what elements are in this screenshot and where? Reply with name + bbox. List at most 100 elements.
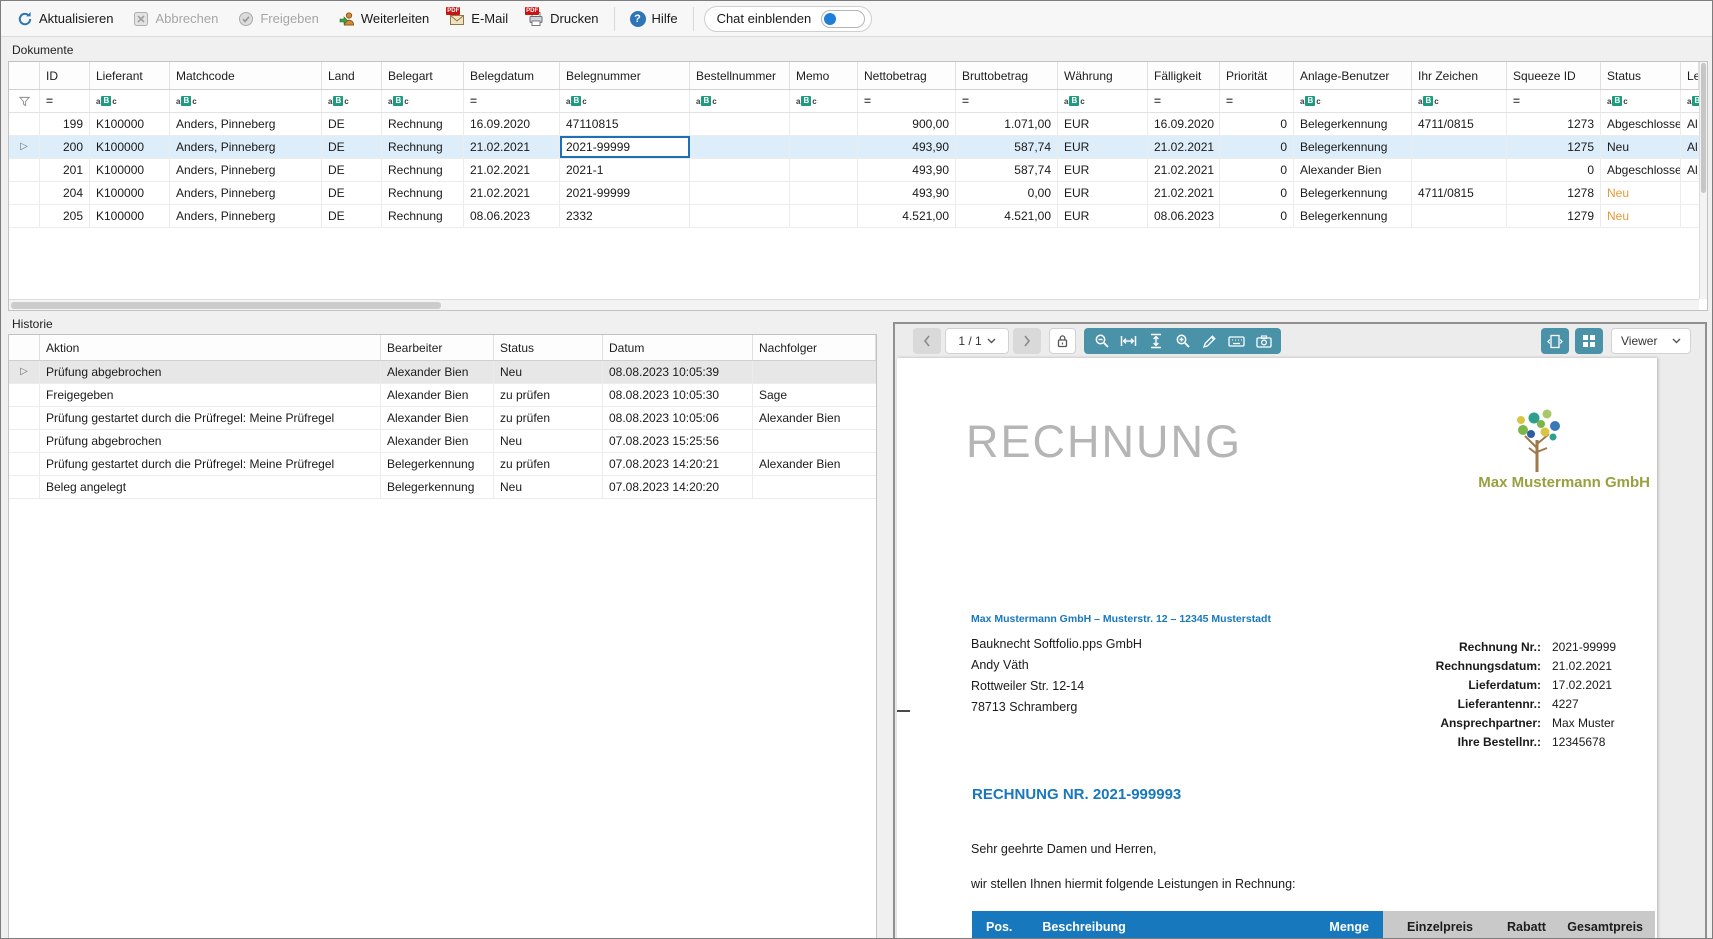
filter-cell-bestellnummer[interactable]: aBc: [690, 90, 790, 112]
cell-ihr-zeichen[interactable]: [1412, 159, 1507, 181]
cell-cutoff[interactable]: [1681, 182, 1699, 204]
cell-cutoff[interactable]: Al: [1681, 159, 1699, 181]
cell-bearbeiter[interactable]: Alexander Bien: [381, 430, 494, 452]
cell-belegnummer-focused[interactable]: 2021-99999: [560, 136, 690, 158]
cell-cutoff[interactable]: Al: [1681, 136, 1699, 158]
column-header-bruttobetrag[interactable]: Bruttobetrag: [956, 62, 1058, 89]
cell-bruttobetrag[interactable]: 587,74: [956, 136, 1058, 158]
cell-matchcode[interactable]: Anders, Pinneberg: [170, 182, 322, 204]
filter-cell-belegdatum[interactable]: =: [464, 90, 560, 112]
cell-bestellnummer[interactable]: [690, 182, 790, 204]
cell-bearbeiter[interactable]: Belegerkennung: [381, 476, 494, 498]
cell-status[interactable]: Abgeschlossen: [1601, 113, 1681, 135]
cell-waehrung[interactable]: EUR: [1058, 205, 1148, 227]
cell-datum[interactable]: 07.08.2023 15:25:56: [603, 430, 753, 452]
cell-cutoff[interactable]: [1681, 205, 1699, 227]
table-row[interactable]: 205 K100000 Anders, Pinneberg DE Rechnun…: [9, 205, 1699, 228]
cell-squeeze-id[interactable]: 1273: [1507, 113, 1601, 135]
cell-belegnummer[interactable]: 2021-99999: [560, 182, 690, 204]
cell-belegart[interactable]: Rechnung: [382, 159, 464, 181]
cell-id[interactable]: 205: [40, 205, 90, 227]
cell-anlage-benutzer[interactable]: Belegerkennung: [1294, 113, 1412, 135]
cell-lieferant[interactable]: K100000: [90, 205, 170, 227]
list-item[interactable]: Prüfung gestartet durch die Prüfregel: M…: [9, 453, 876, 476]
cell-ihr-zeichen[interactable]: 4711/0815: [1412, 182, 1507, 204]
cell-nachfolger[interactable]: [753, 430, 876, 452]
cell-anlage-benutzer[interactable]: Alexander Bien: [1294, 159, 1412, 181]
help-button[interactable]: ? Hilfe: [620, 6, 688, 32]
cell-waehrung[interactable]: EUR: [1058, 136, 1148, 158]
filter-cell-squeeze-id[interactable]: =: [1507, 90, 1601, 112]
cell-faelligkeit[interactable]: 16.09.2020: [1148, 113, 1220, 135]
cell-land[interactable]: DE: [322, 182, 382, 204]
cell-bruttobetrag[interactable]: 587,74: [956, 159, 1058, 181]
cell-status[interactable]: zu prüfen: [494, 407, 603, 429]
cell-aktion[interactable]: Freigegeben: [40, 384, 381, 406]
cell-nachfolger[interactable]: [753, 361, 876, 383]
list-item[interactable]: Beleg angelegt Belegerkennung Neu 07.08.…: [9, 476, 876, 499]
column-header-nettobetrag[interactable]: Nettobetrag: [858, 62, 956, 89]
cell-memo[interactable]: [790, 205, 858, 227]
column-header-prioritaet[interactable]: Priorität: [1220, 62, 1294, 89]
cell-prioritaet[interactable]: 0: [1220, 113, 1294, 135]
cell-memo[interactable]: [790, 182, 858, 204]
cell-datum[interactable]: 07.08.2023 14:20:21: [603, 453, 753, 475]
filter-cell-belegart[interactable]: aBc: [382, 90, 464, 112]
cell-status[interactable]: Neu: [1601, 136, 1681, 158]
list-item[interactable]: Prüfung gestartet durch die Prüfregel: M…: [9, 407, 876, 430]
cell-nettobetrag[interactable]: 900,00: [858, 113, 956, 135]
table-row[interactable]: 199 K100000 Anders, Pinneberg DE Rechnun…: [9, 113, 1699, 136]
cell-nettobetrag[interactable]: 493,90: [858, 159, 956, 181]
filter-cell-prioritaet[interactable]: =: [1220, 90, 1294, 112]
viewer-mode-dropdown[interactable]: Viewer: [1611, 328, 1691, 354]
cell-bearbeiter[interactable]: Alexander Bien: [381, 407, 494, 429]
chat-toggle-switch[interactable]: [821, 10, 865, 28]
column-header-faelligkeit[interactable]: Fälligkeit: [1148, 62, 1220, 89]
filter-cell-id[interactable]: =: [40, 90, 90, 112]
cancel-button[interactable]: Abbrechen: [123, 6, 228, 32]
cell-bearbeiter[interactable]: Belegerkennung: [381, 453, 494, 475]
table-row[interactable]: 201 K100000 Anders, Pinneberg DE Rechnun…: [9, 159, 1699, 182]
documents-vertical-scrollbar[interactable]: [1699, 62, 1707, 299]
column-header-aktion[interactable]: Aktion: [40, 335, 381, 360]
cell-nachfolger[interactable]: Sage: [753, 384, 876, 406]
column-header-memo[interactable]: Memo: [790, 62, 858, 89]
cell-status[interactable]: Neu: [494, 476, 603, 498]
cell-bearbeiter[interactable]: Alexander Bien: [381, 361, 494, 383]
cell-waehrung[interactable]: EUR: [1058, 182, 1148, 204]
column-header-belegdatum[interactable]: Belegdatum: [464, 62, 560, 89]
cell-memo[interactable]: [790, 113, 858, 135]
column-header-anlage-benutzer[interactable]: Anlage-Benutzer: [1294, 62, 1412, 89]
cell-land[interactable]: DE: [322, 205, 382, 227]
cell-belegdatum[interactable]: 21.02.2021: [464, 159, 560, 181]
cell-belegdatum[interactable]: 16.09.2020: [464, 113, 560, 135]
cell-aktion[interactable]: Prüfung gestartet durch die Prüfregel: M…: [40, 453, 381, 475]
grid-view-button[interactable]: [1575, 328, 1603, 354]
cell-land[interactable]: DE: [322, 113, 382, 135]
cell-datum[interactable]: 07.08.2023 14:20:20: [603, 476, 753, 498]
cell-matchcode[interactable]: Anders, Pinneberg: [170, 205, 322, 227]
cell-id[interactable]: 200: [40, 136, 90, 158]
cell-anlage-benutzer[interactable]: Belegerkennung: [1294, 182, 1412, 204]
cell-belegnummer[interactable]: 2021-1: [560, 159, 690, 181]
cell-lieferant[interactable]: K100000: [90, 136, 170, 158]
cell-nachfolger[interactable]: Alexander Bien: [753, 453, 876, 475]
fit-width-button[interactable]: [1115, 328, 1142, 354]
filter-cell-nettobetrag[interactable]: =: [858, 90, 956, 112]
cell-squeeze-id[interactable]: 1279: [1507, 205, 1601, 227]
cell-datum[interactable]: 08.08.2023 10:05:39: [603, 361, 753, 383]
cell-faelligkeit[interactable]: 21.02.2021: [1148, 136, 1220, 158]
cell-id[interactable]: 204: [40, 182, 90, 204]
cell-matchcode[interactable]: Anders, Pinneberg: [170, 136, 322, 158]
cell-ihr-zeichen[interactable]: [1412, 136, 1507, 158]
zoom-in-button[interactable]: [1169, 328, 1196, 354]
cell-belegdatum[interactable]: 21.02.2021: [464, 182, 560, 204]
column-header-lieferant[interactable]: Lieferant: [90, 62, 170, 89]
cell-squeeze-id[interactable]: 0: [1507, 159, 1601, 181]
cell-ihr-zeichen[interactable]: 4711/0815: [1412, 113, 1507, 135]
column-header-bearbeiter[interactable]: Bearbeiter: [381, 335, 494, 360]
scrollbar-thumb[interactable]: [11, 302, 441, 309]
column-header-land[interactable]: Land: [322, 62, 382, 89]
cell-aktion[interactable]: Prüfung gestartet durch die Prüfregel: M…: [40, 407, 381, 429]
cell-nettobetrag[interactable]: 493,90: [858, 182, 956, 204]
